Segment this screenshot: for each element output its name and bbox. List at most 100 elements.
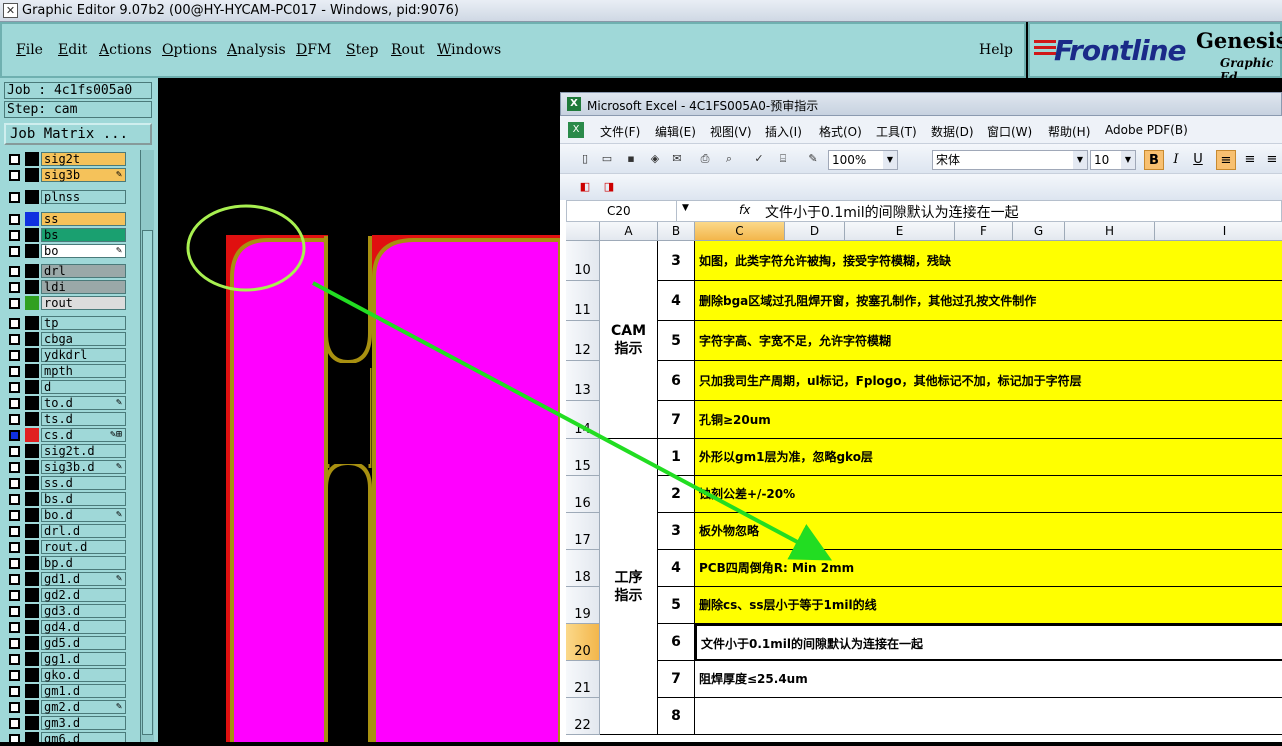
layer-color-swatch[interactable]: [25, 228, 39, 242]
cell-instruction[interactable]: 删除cs、ss层小于等于1mil的线: [695, 587, 1282, 624]
layer-name[interactable]: ss.d: [41, 476, 126, 490]
cell-index[interactable]: 8: [658, 698, 695, 735]
layer-row[interactable]: to.d ✎: [4, 396, 126, 410]
graphic-canvas[interactable]: [158, 78, 562, 746]
layer-name[interactable]: sig3b ✎: [41, 168, 126, 182]
layer-checkbox[interactable]: [9, 334, 20, 345]
layer-name[interactable]: ldi: [41, 280, 126, 294]
open-icon[interactable]: ▭: [600, 152, 614, 166]
layer-color-swatch[interactable]: [25, 652, 39, 666]
layer-checkbox[interactable]: [9, 622, 20, 633]
excel-menu-item[interactable]: 工具(T): [876, 123, 917, 140]
layer-color-swatch[interactable]: [25, 508, 39, 522]
row-header[interactable]: 13: [566, 361, 600, 401]
layer-checkbox[interactable]: [9, 670, 20, 681]
zoom-select[interactable]: 100% ▼: [828, 150, 898, 170]
align-left-icon[interactable]: ≡: [1216, 150, 1236, 170]
layer-color-swatch[interactable]: [25, 492, 39, 506]
layer-name[interactable]: sig2t: [41, 152, 126, 166]
column-header[interactable]: H: [1065, 222, 1155, 241]
layer-name[interactable]: to.d ✎: [41, 396, 126, 410]
cell-instruction[interactable]: PCB四周倒角R: Min 2mm: [695, 550, 1282, 587]
layer-name[interactable]: gd5.d: [41, 636, 126, 650]
cell-index[interactable]: 3: [658, 513, 695, 550]
row-header[interactable]: 22: [566, 698, 600, 735]
layer-checkbox[interactable]: [9, 590, 20, 601]
cell-index[interactable]: 5: [658, 321, 695, 361]
layer-row[interactable]: sig2t.d: [4, 444, 126, 458]
menu-rout[interactable]: Rout: [391, 42, 425, 58]
cell-index[interactable]: 2: [658, 476, 695, 513]
layer-name[interactable]: gm6.d: [41, 732, 126, 742]
column-header[interactable]: A: [600, 222, 658, 241]
pdf-convert-icon[interactable]: ◧: [578, 180, 592, 194]
cell-index[interactable]: 6: [658, 624, 695, 661]
cell-instruction[interactable]: [695, 698, 1282, 735]
formula-input[interactable]: 文件小于0.1mil的间隙默认为连接在一起: [765, 202, 1019, 222]
spreadsheet-grid[interactable]: A B C D E F G H I 10 3 如图，此类字符允许被掏，接受字符模糊，残缺 11 4 删除bg…: [566, 222, 1282, 742]
email-icon[interactable]: ✉: [670, 152, 684, 166]
excel-menu-item[interactable]: 数据(D): [931, 123, 974, 140]
layer-checkbox[interactable]: [9, 542, 20, 553]
layer-row[interactable]: d: [4, 380, 126, 394]
cell-instruction[interactable]: 孔铜≥20um: [695, 401, 1282, 439]
layer-checkbox[interactable]: [9, 686, 20, 697]
layer-row[interactable]: cbga: [4, 332, 126, 346]
layer-checkbox[interactable]: [9, 702, 20, 713]
layer-name[interactable]: drl.d: [41, 524, 126, 538]
layer-row[interactable]: ydkdrl: [4, 348, 126, 362]
layer-color-swatch[interactable]: [25, 588, 39, 602]
layer-color-swatch[interactable]: [25, 620, 39, 634]
cell-instruction[interactable]: 删除bga区域过孔阻焊开窗，按塞孔制作，其他过孔按文件制作: [695, 281, 1282, 321]
layer-row[interactable]: plnss: [4, 190, 126, 204]
select-all-corner[interactable]: [566, 222, 600, 241]
layer-checkbox[interactable]: [9, 246, 20, 257]
layer-row[interactable]: gd1.d ✎: [4, 572, 126, 586]
layer-checkbox[interactable]: [9, 510, 20, 521]
layer-color-swatch[interactable]: [25, 212, 39, 226]
menu-analysis[interactable]: Analysis: [227, 42, 286, 58]
column-header[interactable]: I: [1155, 222, 1282, 241]
print-icon[interactable]: ⎙: [698, 152, 712, 166]
save-icon[interactable]: ▪: [624, 152, 638, 166]
cell-group-label[interactable]: CAM 指示: [600, 241, 658, 439]
format-painter-icon[interactable]: ✎: [806, 152, 820, 166]
menu-dfm[interactable]: DFM: [296, 42, 331, 58]
layer-name[interactable]: gd4.d: [41, 620, 126, 634]
cell-index[interactable]: 7: [658, 661, 695, 698]
layer-color-swatch[interactable]: [25, 668, 39, 682]
layer-checkbox[interactable]: [9, 526, 20, 537]
layer-name[interactable]: gg1.d: [41, 652, 126, 666]
layer-checkbox[interactable]: [9, 298, 20, 309]
cell-instruction[interactable]: 字符字高、字宽不足，允许字符模糊: [695, 321, 1282, 361]
layer-name[interactable]: gd1.d ✎: [41, 572, 126, 586]
layer-name[interactable]: gm2.d ✎: [41, 700, 126, 714]
layer-row[interactable]: bs: [4, 228, 126, 242]
italic-button[interactable]: I: [1166, 150, 1186, 170]
layer-checkbox[interactable]: [9, 430, 20, 441]
cell-index[interactable]: 3: [658, 241, 695, 281]
layer-name[interactable]: ydkdrl: [41, 348, 126, 362]
layer-row[interactable]: gd3.d: [4, 604, 126, 618]
layer-row[interactable]: sig3b ✎: [4, 168, 126, 182]
layer-name[interactable]: rout.d: [41, 540, 126, 554]
layer-color-swatch[interactable]: [25, 380, 39, 394]
layer-name[interactable]: sig3b.d ✎: [41, 460, 126, 474]
layer-row[interactable]: bo.d ✎: [4, 508, 126, 522]
row-header[interactable]: 10: [566, 241, 600, 281]
layer-row[interactable]: ts.d: [4, 412, 126, 426]
layer-row[interactable]: gm1.d: [4, 684, 126, 698]
cell-index[interactable]: 4: [658, 550, 695, 587]
layer-name[interactable]: rout: [41, 296, 126, 310]
column-header[interactable]: B: [658, 222, 695, 241]
layer-color-swatch[interactable]: [25, 332, 39, 346]
layer-name[interactable]: bo.d ✎: [41, 508, 126, 522]
layer-color-swatch[interactable]: [25, 348, 39, 362]
excel-menu-item[interactable]: 视图(V): [710, 123, 752, 140]
layer-color-swatch[interactable]: [25, 264, 39, 278]
layer-color-swatch[interactable]: [25, 412, 39, 426]
print-preview-icon[interactable]: ⌕: [722, 152, 736, 166]
cell-index[interactable]: 5: [658, 587, 695, 624]
column-header[interactable]: F: [955, 222, 1013, 241]
row-header[interactable]: 15: [566, 439, 600, 476]
